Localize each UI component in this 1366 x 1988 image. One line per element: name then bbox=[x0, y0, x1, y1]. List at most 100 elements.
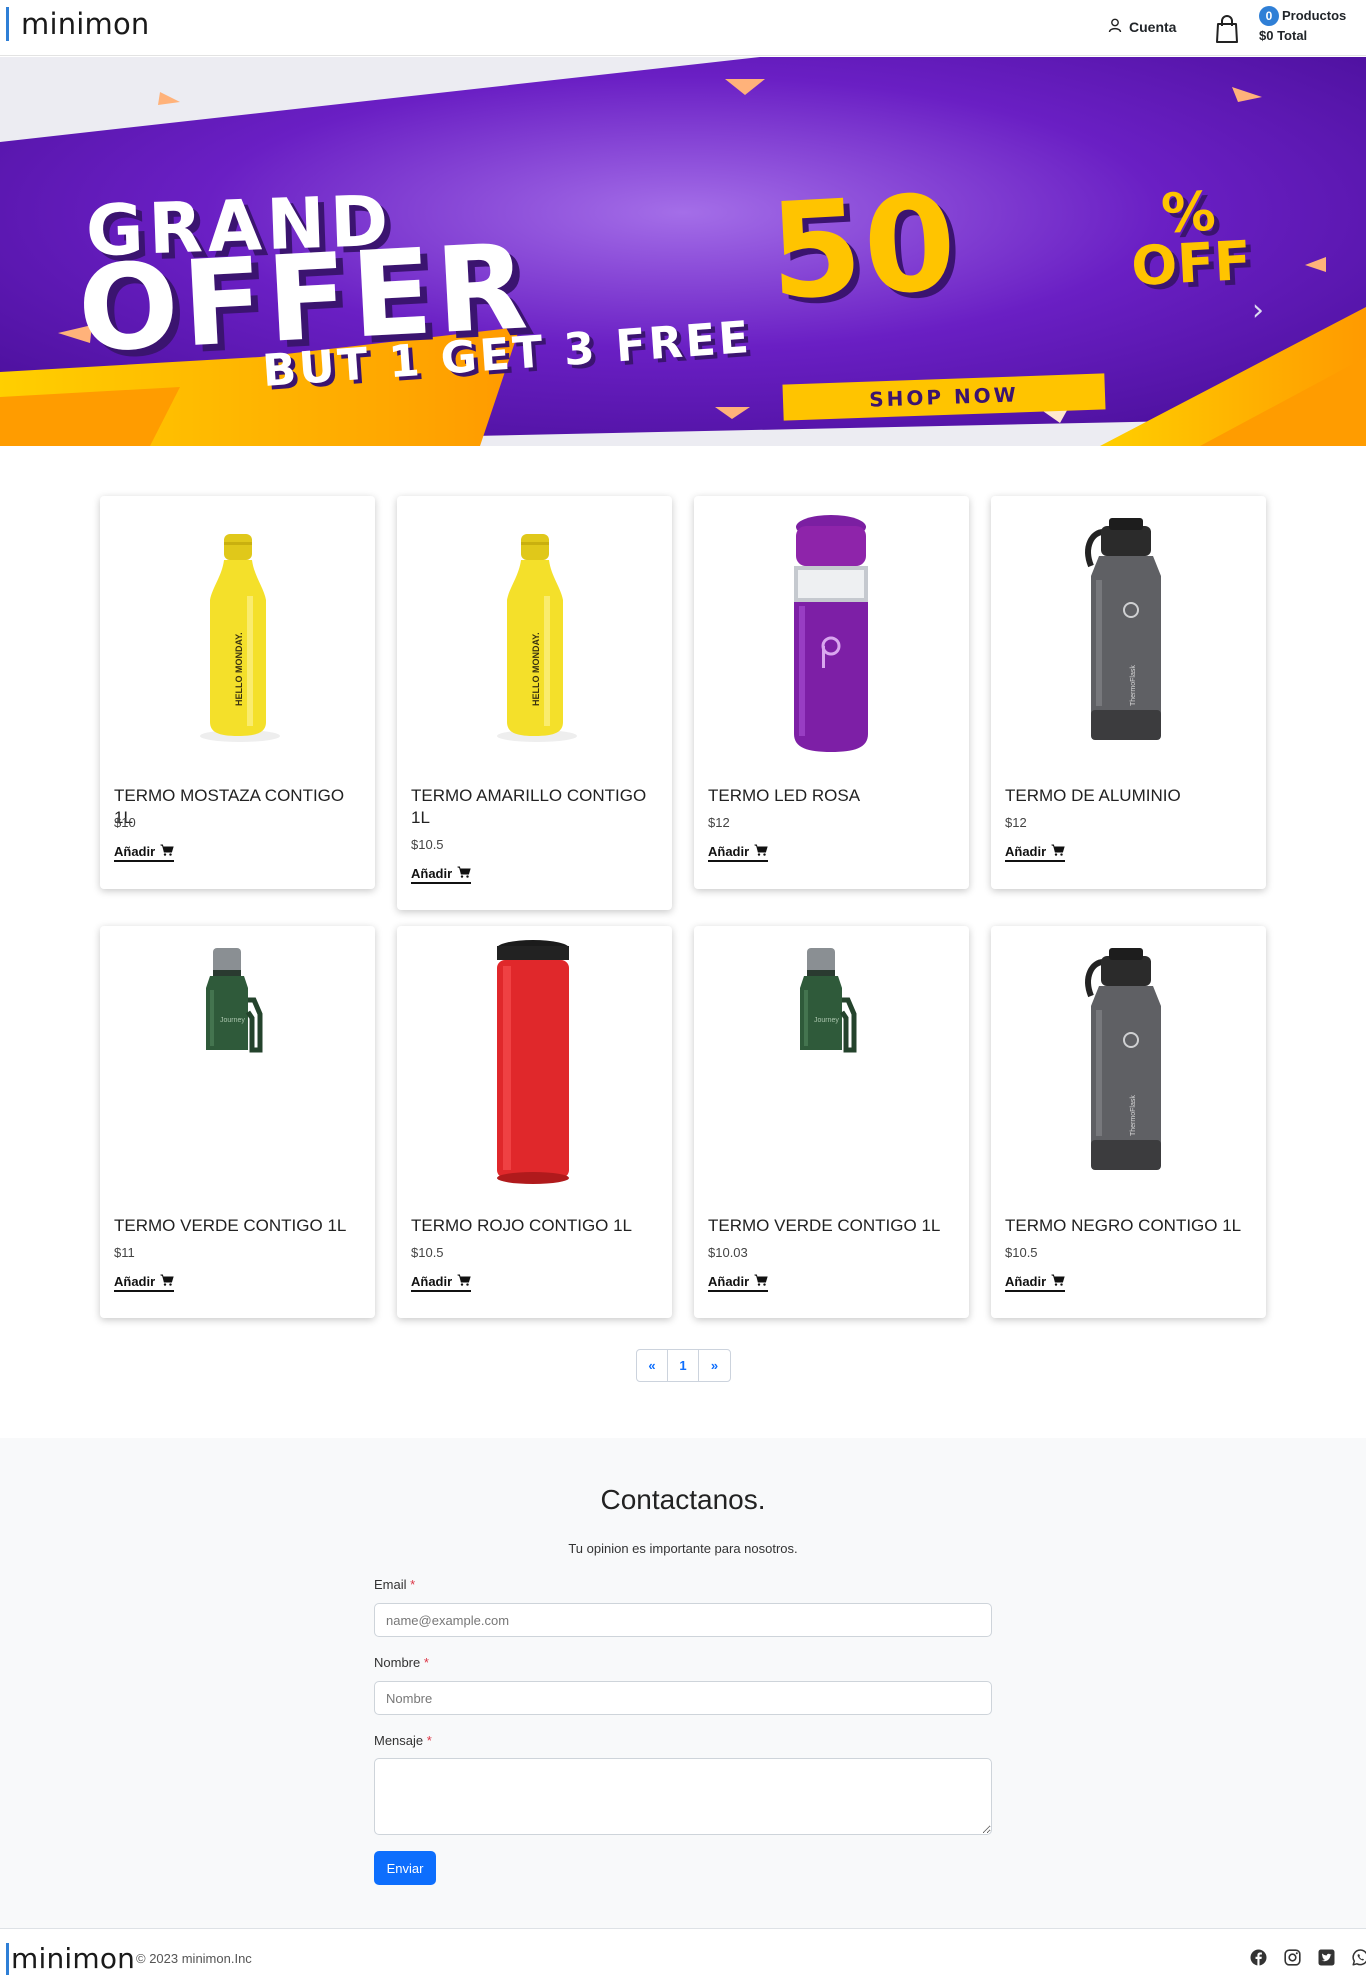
page-prev[interactable]: « bbox=[637, 1350, 668, 1381]
account-link[interactable]: Cuenta bbox=[1108, 18, 1176, 36]
banner-off-text: OFF bbox=[1129, 229, 1253, 299]
product-card[interactable]: ThermoFlask TERMO NEGRO CONTIGO 1L $10.5 Añ… bbox=[991, 926, 1266, 1318]
hero-carousel[interactable]: GRAND OFFER 50 % OFF BUT 1 GET 3 FREE SH… bbox=[0, 57, 1366, 446]
svg-text:HELLO MONDAY.: HELLO MONDAY. bbox=[234, 632, 244, 706]
cart-icon bbox=[457, 1274, 471, 1289]
cart-icon bbox=[160, 844, 174, 859]
add-to-cart-button[interactable]: Añadir bbox=[411, 1274, 472, 1292]
product-image[interactable]: Journey bbox=[694, 926, 969, 1196]
product-card[interactable]: Journey TERMO VERDE CONTIGO 1L $10.03 Añadi… bbox=[694, 926, 969, 1318]
product-name[interactable]: TERMO VERDE CONTIGO 1L bbox=[114, 1215, 364, 1237]
add-to-cart-button[interactable]: Añadir bbox=[1005, 1274, 1066, 1292]
product-image[interactable] bbox=[694, 496, 969, 766]
instagram-icon[interactable] bbox=[1284, 1949, 1301, 1966]
product-price: $12 bbox=[1005, 815, 1027, 830]
product-price: $10.5 bbox=[1005, 1245, 1038, 1260]
account-label: Cuenta bbox=[1129, 19, 1177, 35]
name-field[interactable] bbox=[374, 1681, 992, 1715]
product-card[interactable]: HELLO MONDAY. TERMO AMARILLO CONTIGO 1L $1… bbox=[397, 496, 672, 910]
svg-text:ThermoFlask: ThermoFlask bbox=[1130, 1095, 1137, 1136]
add-to-cart-label: Añadir bbox=[1005, 1274, 1047, 1289]
submit-button[interactable]: Enviar bbox=[374, 1851, 436, 1885]
add-to-cart-label: Añadir bbox=[411, 1274, 453, 1289]
product-price: $11 bbox=[114, 1245, 135, 1260]
page-current[interactable]: 1 bbox=[668, 1350, 699, 1381]
add-to-cart-button[interactable]: Añadir bbox=[411, 866, 472, 884]
cart-icon bbox=[457, 866, 471, 881]
product-price: $10.5 bbox=[411, 1245, 444, 1260]
email-label: Email * bbox=[374, 1577, 416, 1592]
cart-icon bbox=[1051, 1274, 1065, 1289]
logo-text: minimon bbox=[21, 7, 150, 41]
logo-accent-bar bbox=[6, 1942, 9, 1975]
add-to-cart-button[interactable]: Añadir bbox=[708, 844, 769, 862]
product-card[interactable]: Journey TERMO VERDE CONTIGO 1L $11 Añadir bbox=[100, 926, 375, 1318]
cart-icon bbox=[754, 844, 768, 859]
product-price: $10 bbox=[114, 815, 136, 830]
product-name[interactable]: TERMO VERDE CONTIGO 1L bbox=[708, 1215, 958, 1237]
social-links bbox=[1250, 1949, 1366, 1966]
svg-text:Journey: Journey bbox=[814, 1017, 839, 1024]
email-field[interactable] bbox=[374, 1603, 992, 1637]
name-label: Nombre * bbox=[374, 1655, 429, 1670]
cart-icon bbox=[1051, 844, 1065, 859]
banner-off: % OFF bbox=[1127, 180, 1253, 299]
svg-text:HELLO MONDAY.: HELLO MONDAY. bbox=[531, 632, 541, 706]
cart-icon bbox=[754, 1274, 768, 1289]
product-price: $10.5 bbox=[411, 837, 444, 852]
add-to-cart-label: Añadir bbox=[114, 844, 156, 859]
contact-subtitle: Tu opinion es importante para nosotros. bbox=[568, 1541, 798, 1556]
carousel-next-icon[interactable]: › bbox=[1252, 293, 1264, 328]
user-icon bbox=[1108, 18, 1122, 36]
twitter-icon[interactable] bbox=[1318, 1949, 1335, 1966]
product-image[interactable]: ThermoFlask bbox=[991, 926, 1266, 1196]
add-to-cart-label: Añadir bbox=[708, 844, 750, 859]
product-name[interactable]: TERMO DE ALUMINIO bbox=[1005, 785, 1255, 807]
product-name[interactable]: TERMO MOSTAZA CONTIGO 1L bbox=[114, 785, 364, 829]
add-to-cart-label: Añadir bbox=[708, 1274, 750, 1289]
top-navbar: minimon Cuenta 0 Productos $0 Total bbox=[0, 0, 1366, 56]
add-to-cart-label: Añadir bbox=[1005, 844, 1047, 859]
page-next[interactable]: » bbox=[699, 1350, 730, 1381]
svg-text:ThermoFlask: ThermoFlask bbox=[1130, 665, 1137, 706]
message-field[interactable] bbox=[374, 1758, 992, 1835]
add-to-cart-button[interactable]: Añadir bbox=[1005, 844, 1066, 862]
product-name[interactable]: TERMO NEGRO CONTIGO 1L bbox=[1005, 1215, 1255, 1237]
logo-accent-bar bbox=[6, 7, 9, 41]
whatsapp-icon[interactable] bbox=[1352, 1949, 1366, 1966]
add-to-cart-label: Añadir bbox=[411, 866, 453, 881]
banner-percent: 50 bbox=[766, 166, 962, 330]
brand-logo[interactable]: minimon bbox=[6, 6, 150, 42]
product-image[interactable] bbox=[397, 926, 672, 1196]
product-name[interactable]: TERMO ROJO CONTIGO 1L bbox=[411, 1215, 661, 1237]
product-card[interactable]: HELLO MONDAY. TERMO MOSTAZA CONTIGO 1L $10… bbox=[100, 496, 375, 889]
product-image[interactable]: HELLO MONDAY. bbox=[100, 496, 375, 766]
contact-title: Contactanos. bbox=[600, 1484, 766, 1515]
product-price: $12 bbox=[708, 815, 730, 830]
facebook-icon[interactable] bbox=[1250, 1949, 1267, 1966]
footer-logo[interactable]: minimon bbox=[6, 1942, 135, 1975]
add-to-cart-button[interactable]: Añadir bbox=[708, 1274, 769, 1292]
product-card[interactable]: TERMO ROJO CONTIGO 1L $10.5 Añadir bbox=[397, 926, 672, 1318]
product-image[interactable]: ThermoFlask bbox=[991, 496, 1266, 766]
cart-count-badge: 0 bbox=[1259, 6, 1279, 26]
copyright: © 2023 minimon.Inc bbox=[136, 1951, 252, 1966]
product-name[interactable]: TERMO LED ROSA bbox=[708, 785, 958, 807]
svg-text:Journey: Journey bbox=[220, 1017, 245, 1024]
cart-icon bbox=[160, 1274, 174, 1289]
shopping-bag-icon[interactable] bbox=[1213, 14, 1241, 44]
add-to-cart-button[interactable]: Añadir bbox=[114, 1274, 175, 1292]
cart-summary[interactable]: 0 Productos $0 Total bbox=[1259, 6, 1346, 46]
cart-total: $0 Total bbox=[1259, 28, 1308, 43]
product-card[interactable]: ThermoFlask TERMO DE ALUMINIO $12 Añadir bbox=[991, 496, 1266, 889]
product-card[interactable]: TERMO LED ROSA $12 Añadir bbox=[694, 496, 969, 889]
product-image[interactable]: HELLO MONDAY. bbox=[397, 496, 672, 766]
message-label: Mensaje * bbox=[374, 1733, 432, 1748]
product-name[interactable]: TERMO AMARILLO CONTIGO 1L bbox=[411, 785, 661, 829]
product-price: $10.03 bbox=[708, 1245, 748, 1260]
footer-logo-text: minimon bbox=[11, 1942, 136, 1975]
pagination: « 1 » bbox=[636, 1349, 731, 1382]
add-to-cart-button[interactable]: Añadir bbox=[114, 844, 175, 862]
cart-products-label: Productos bbox=[1282, 8, 1347, 23]
product-image[interactable]: Journey bbox=[100, 926, 375, 1196]
